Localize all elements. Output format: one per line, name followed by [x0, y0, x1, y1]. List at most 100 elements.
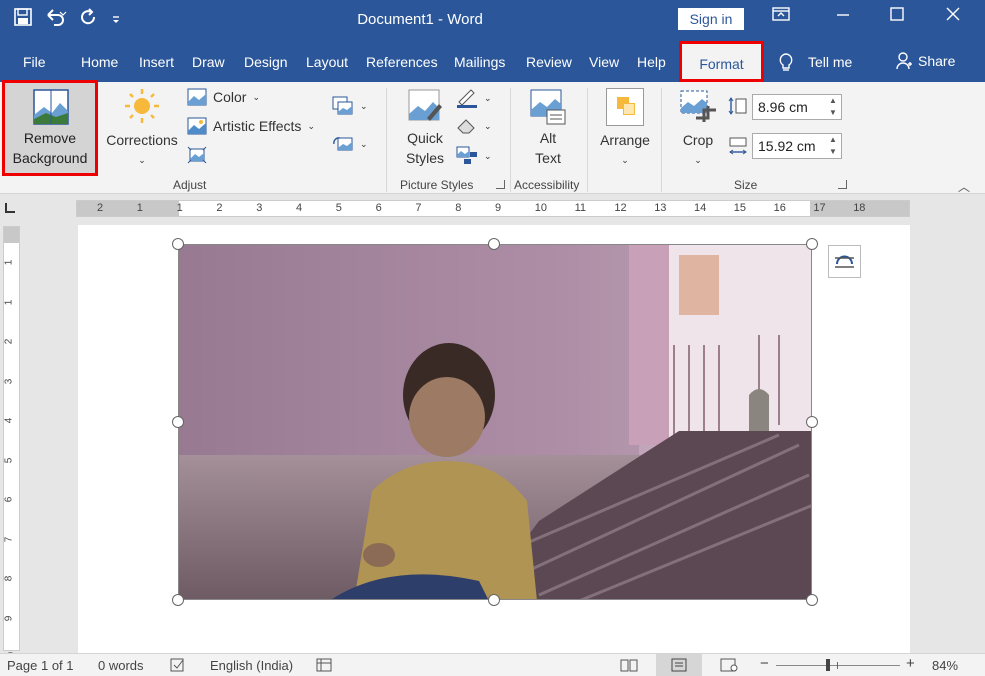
alt-text-button[interactable]: Alt Text — [525, 88, 571, 168]
tab-layout[interactable]: Layout — [306, 54, 348, 70]
resize-handle-bottom-left[interactable] — [172, 594, 184, 606]
picture-styles-launcher-icon[interactable] — [496, 180, 505, 189]
selected-picture[interactable] — [178, 244, 812, 600]
ruler-label: 5 — [335, 202, 342, 214]
layout-options-button[interactable] — [828, 245, 861, 278]
resize-handle-top-right[interactable] — [806, 238, 818, 250]
zoom-in-icon[interactable]: + — [906, 655, 915, 672]
zoom-level[interactable]: 84% — [932, 658, 958, 673]
quick-styles-label-1: Quick — [407, 130, 443, 146]
read-mode-icon[interactable] — [620, 658, 638, 675]
word-count[interactable]: 0 words — [98, 658, 144, 673]
ruler-label: 11 — [574, 202, 587, 214]
shape-width-input[interactable]: 15.92 cm ▲ ▼ — [752, 133, 842, 159]
tab-file[interactable]: File — [23, 54, 46, 70]
print-layout-icon[interactable] — [656, 654, 702, 676]
change-picture-button[interactable]: ⌄ — [332, 96, 368, 116]
web-layout-icon[interactable] — [720, 658, 738, 675]
resize-handle-bottom-right[interactable] — [806, 594, 818, 606]
remove-background-button[interactable]: Remove Background — [2, 80, 98, 176]
artistic-effects-button[interactable]: Artistic Effects ⌄ — [187, 117, 315, 135]
ribbon-display-options-icon[interactable] — [768, 6, 794, 30]
vertical-ruler-label: 6 — [3, 496, 15, 503]
shape-height-spinner[interactable]: ▲ ▼ — [827, 95, 839, 119]
tab-selector[interactable] — [0, 196, 22, 218]
vertical-ruler-label: 3 — [3, 378, 15, 384]
picture-border-button[interactable]: ⌄ — [456, 88, 492, 108]
reset-picture-icon — [333, 137, 353, 151]
picture-layout-dropdown-icon: ⌄ — [484, 150, 492, 161]
vertical-ruler[interactable]: 112345678910 — [3, 226, 20, 663]
crop-label: Crop — [682, 132, 714, 148]
resize-handle-bottom[interactable] — [488, 594, 500, 606]
minimize-icon[interactable] — [830, 6, 856, 30]
compress-pictures-button[interactable] — [187, 146, 207, 164]
language-indicator[interactable]: English (India) — [210, 658, 293, 673]
page-count[interactable]: Page 1 of 1 — [7, 658, 74, 673]
arrange-button[interactable]: Arrange ⌄ — [596, 88, 654, 170]
zoom-slider-thumb[interactable] — [826, 659, 830, 671]
tab-references[interactable]: References — [366, 54, 438, 70]
corrections-dropdown-icon: ⌄ — [138, 155, 146, 165]
tab-view[interactable]: View — [589, 54, 619, 70]
color-label: Color — [213, 89, 247, 105]
shape-width-spinner[interactable]: ▲ ▼ — [827, 134, 839, 158]
tab-design[interactable]: Design — [244, 54, 288, 70]
tab-insert[interactable]: Insert — [139, 54, 174, 70]
ruler-label: 15 — [733, 202, 747, 214]
tab-draw[interactable]: Draw — [192, 54, 225, 70]
picture-layout-button[interactable]: ⌄ — [456, 146, 492, 166]
color-icon — [187, 88, 207, 106]
size-group-label: Size — [734, 178, 758, 192]
reset-picture-button[interactable]: ⌄ — [332, 134, 368, 154]
maximize-icon[interactable] — [884, 6, 910, 30]
compress-pictures-icon — [187, 146, 207, 164]
size-launcher-icon[interactable] — [838, 180, 847, 189]
tab-help[interactable]: Help — [637, 54, 666, 70]
resize-handle-left[interactable] — [172, 416, 184, 428]
lightbulb-icon — [779, 53, 793, 71]
shape-width-icon — [729, 137, 747, 155]
resize-handle-top-left[interactable] — [172, 238, 184, 250]
sign-in-button[interactable]: Sign in — [678, 8, 744, 30]
macro-icon[interactable] — [316, 658, 332, 675]
adjust-group-label: Adjust — [173, 178, 207, 192]
quick-styles-icon — [408, 89, 442, 121]
resize-handle-right[interactable] — [806, 416, 818, 428]
change-picture-icon — [332, 96, 353, 115]
horizontal-ruler[interactable]: 2 1 1 2 3 4 5 6 7 8 9 10 11 12 13 14 15 16 17 18 — [76, 200, 910, 217]
arrange-label: Arrange — [600, 132, 650, 148]
close-icon[interactable] — [940, 6, 966, 30]
ruler-label: 6 — [375, 202, 382, 214]
quick-styles-button[interactable]: Quick Styles — [396, 88, 454, 168]
layout-options-icon — [835, 255, 854, 268]
tab-home[interactable]: Home — [81, 54, 118, 70]
picture-layout-icon — [456, 146, 477, 164]
ruler-label: 8 — [455, 202, 462, 214]
vertical-ruler-label: 1 — [3, 299, 15, 305]
tab-mailings[interactable]: Mailings — [454, 54, 505, 70]
share-button[interactable]: Share — [896, 52, 955, 70]
picture-effects-dropdown-icon: ⌄ — [484, 120, 492, 131]
vertical-ruler-label: 9 — [3, 615, 15, 621]
resize-handle-top[interactable] — [488, 238, 500, 250]
ruler-label: 1 — [136, 202, 143, 214]
tell-me-search[interactable]: Tell me — [778, 52, 852, 72]
crop-icon — [680, 90, 716, 122]
collapse-ribbon-icon[interactable]: ︿ — [958, 178, 970, 195]
crop-button[interactable]: Crop ⌄ — [676, 88, 720, 170]
picture-effects-button[interactable]: ⌄ — [456, 116, 492, 136]
color-button[interactable]: Color ⌄ — [187, 88, 260, 106]
corrections-button[interactable]: Corrections ⌄ — [102, 88, 182, 170]
photo-child-sitting — [179, 245, 811, 599]
tab-format[interactable]: Format — [679, 41, 764, 82]
zoom-slider[interactable] — [776, 659, 900, 671]
shape-width-value: 15.92 cm — [758, 138, 816, 154]
tab-review[interactable]: Review — [526, 54, 572, 70]
shape-height-input[interactable]: 8.96 cm ▲ ▼ — [752, 94, 842, 120]
corrections-sun-icon — [125, 89, 159, 123]
proofing-icon[interactable] — [170, 658, 188, 675]
group-divider — [386, 88, 387, 192]
vertical-ruler-label: 1 — [3, 259, 15, 266]
zoom-out-icon[interactable]: − — [760, 655, 769, 672]
